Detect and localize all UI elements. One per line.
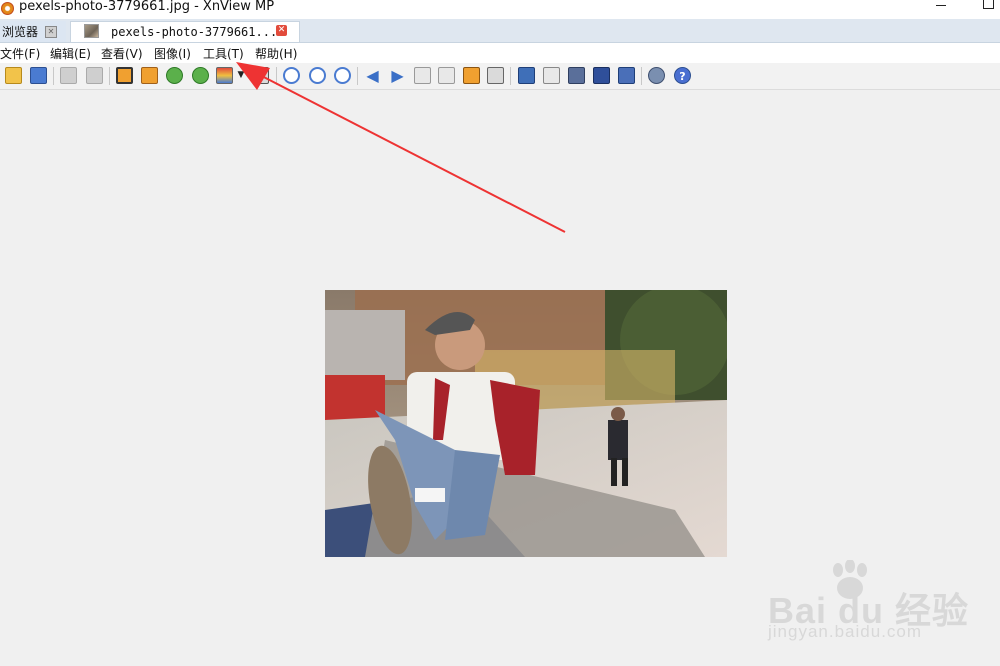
menu-tools[interactable]: 工具(T) — [203, 45, 244, 62]
save-icon[interactable] — [30, 67, 47, 84]
tab-browser[interactable]: 浏览器 ✕ — [0, 21, 66, 42]
slideshow-icon[interactable] — [463, 67, 480, 84]
toolbar-separator — [276, 67, 277, 85]
edit-icon[interactable] — [543, 67, 560, 84]
toolbar-separator — [510, 67, 511, 85]
adjust-icon[interactable] — [216, 67, 233, 84]
first-icon[interactable] — [414, 67, 431, 84]
toolbar-separator — [53, 67, 54, 85]
toolbar: ▼ ◀ ▶ ? — [0, 63, 1000, 90]
tab-image[interactable]: pexels-photo-3779661... ✕ — [70, 21, 300, 42]
toolbar-separator — [109, 67, 110, 85]
redo-icon[interactable] — [86, 67, 103, 84]
image-thumbnail-icon — [84, 24, 99, 38]
help-icon[interactable]: ? — [674, 67, 691, 84]
tab-browser-label: 浏览器 — [2, 25, 39, 39]
rotate-right-icon[interactable] — [192, 67, 209, 84]
window-title: pexels-photo-3779661.jpg - XnView MP — [19, 0, 275, 14]
copy-icon[interactable] — [487, 67, 504, 84]
toolbar-separator — [357, 67, 358, 85]
capture-icon[interactable] — [618, 67, 635, 84]
tab-bar: 浏览器 ✕ pexels-photo-3779661... ✕ — [0, 19, 1000, 43]
undo-icon[interactable] — [60, 67, 77, 84]
xnview-app-icon — [1, 2, 14, 15]
previous-icon[interactable]: ◀ — [364, 67, 381, 84]
displayed-photo — [325, 290, 727, 557]
close-icon[interactable]: ✕ — [45, 26, 57, 38]
zoom-out-icon[interactable] — [334, 67, 351, 84]
scan-icon[interactable] — [593, 67, 610, 84]
last-icon[interactable] — [438, 67, 455, 84]
crop-icon[interactable] — [116, 67, 133, 84]
print-icon[interactable] — [568, 67, 585, 84]
zoom-fit-icon[interactable] — [309, 67, 326, 84]
tab-image-label: pexels-photo-3779661... — [111, 25, 278, 39]
menu-help[interactable]: 帮助(H) — [255, 45, 297, 62]
menu-edit[interactable]: 编辑(E) — [50, 45, 91, 62]
next-icon[interactable]: ▶ — [389, 67, 406, 84]
zoom-in-icon[interactable] — [283, 67, 300, 84]
toolbar-separator — [641, 67, 642, 85]
menu-bar: 文件(F) 编辑(E) 查看(V) 图像(I) 工具(T) 帮助(H) — [0, 43, 1000, 63]
settings-icon[interactable] — [648, 67, 665, 84]
close-icon[interactable]: ✕ — [276, 25, 287, 36]
rotate-left-icon[interactable] — [166, 67, 183, 84]
menu-image[interactable]: 图像(I) — [154, 45, 191, 62]
title-bar: pexels-photo-3779661.jpg - XnView MP — [0, 0, 1000, 19]
baidu-jingyan-watermark: Bai du 经验 jingyan.baidu.com — [768, 560, 968, 650]
chevron-down-icon[interactable]: ▼ — [236, 67, 246, 84]
fullscreen-icon[interactable] — [518, 67, 535, 84]
menu-view[interactable]: 查看(V) — [101, 45, 143, 62]
minimize-icon[interactable] — [936, 5, 946, 6]
maximize-icon[interactable] — [983, 0, 994, 9]
browser-icon[interactable] — [5, 67, 22, 84]
compare-icon[interactable] — [252, 67, 269, 84]
menu-file[interactable]: 文件(F) — [0, 45, 40, 62]
resize-icon[interactable] — [141, 67, 158, 84]
watermark-site: jingyan.baidu.com — [768, 622, 923, 641]
